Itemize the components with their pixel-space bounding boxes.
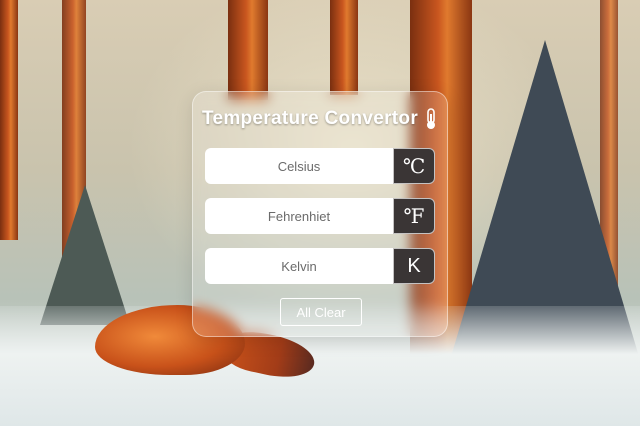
kelvin-input[interactable]: [205, 248, 393, 284]
pine-tree: [40, 185, 130, 325]
thermometer-icon: [424, 108, 438, 130]
tree-trunk: [330, 0, 358, 95]
celsius-unit-badge: ℃: [393, 148, 435, 184]
tree-trunk: [228, 0, 268, 100]
fahrenheit-row: ℉: [205, 198, 435, 234]
converter-card: Temperature Convertor ℃ ℉ K All Clear: [192, 91, 448, 337]
celsius-row: ℃: [205, 148, 435, 184]
tree-trunk: [0, 0, 18, 240]
fahrenheit-input[interactable]: [205, 198, 393, 234]
app-title: Temperature Convertor: [201, 108, 419, 129]
all-clear-button[interactable]: All Clear: [280, 298, 362, 326]
kelvin-row: K: [205, 248, 435, 284]
fahrenheit-unit-badge: ℉: [393, 198, 435, 234]
celsius-input[interactable]: [205, 148, 393, 184]
title-row: Temperature Convertor: [193, 106, 447, 132]
kelvin-unit-badge: K: [393, 248, 435, 284]
